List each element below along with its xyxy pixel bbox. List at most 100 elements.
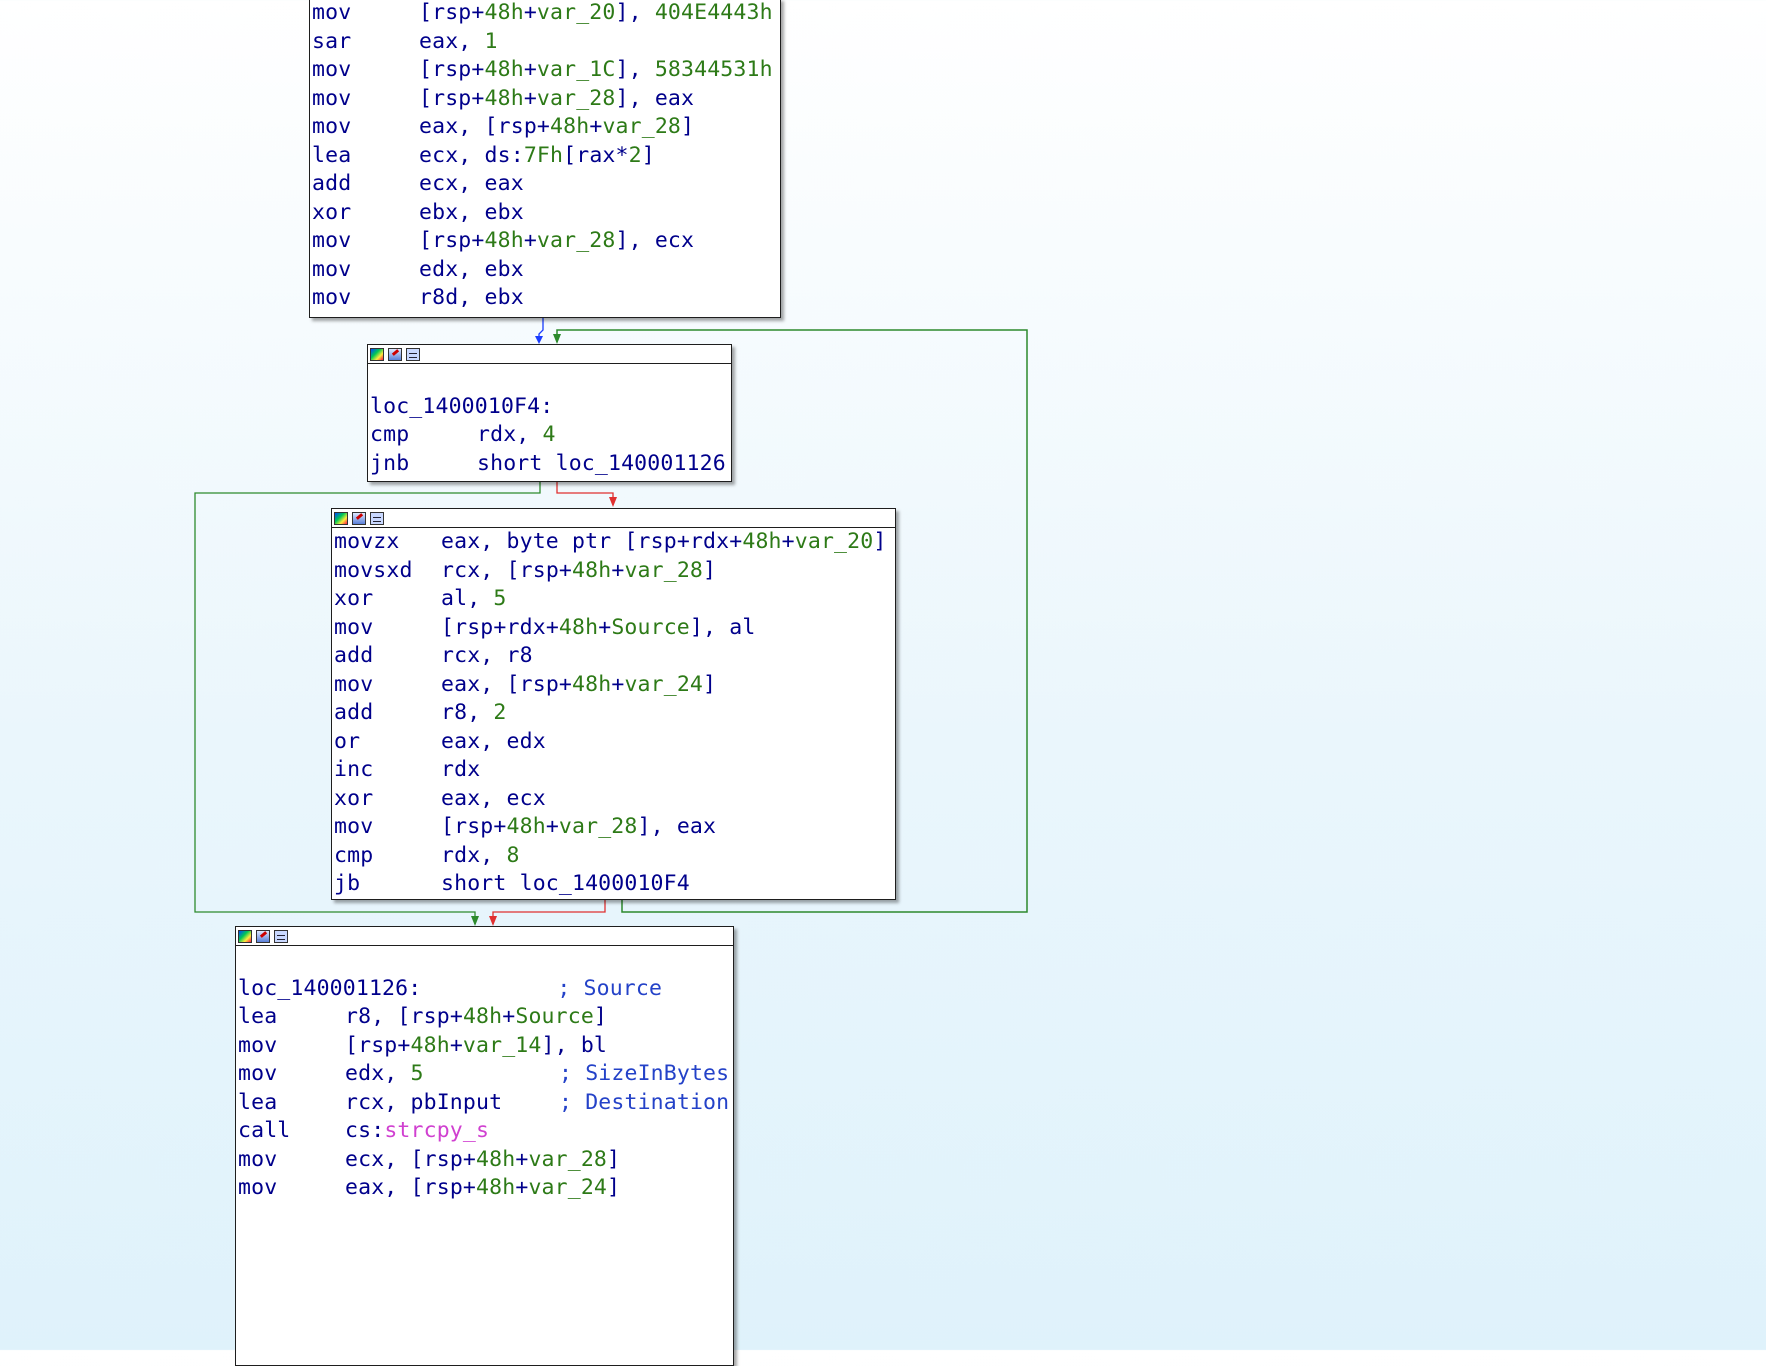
operands[interactable]: ebx, ebx — [419, 199, 524, 228]
mnemonic[interactable]: mov — [334, 813, 441, 842]
code-block-loop-head[interactable]: loc_1400010F4: cmp rdx, 4 jnb short loc_140… — [367, 344, 732, 482]
instruction-line[interactable]: add ecx, eax — [310, 170, 780, 199]
node-color-icon[interactable] — [238, 929, 252, 943]
rename-node-icon[interactable] — [352, 511, 366, 525]
operands[interactable]: [rsp+48h+var_28], eax — [419, 85, 694, 114]
operands[interactable]: eax, 1 — [419, 28, 498, 57]
instruction-line[interactable]: mov [rsp+48h+var_28], eax — [310, 85, 780, 114]
operands[interactable]: eax, [rsp+48h+var_24] — [345, 1174, 620, 1203]
instruction-line[interactable]: mov [rsp+48h+var_28], eax — [332, 813, 895, 842]
instruction-line[interactable]: mov [rsp+48h+var_14], bl — [236, 1032, 733, 1061]
mnemonic[interactable]: call — [238, 1117, 345, 1146]
operands[interactable]: [rsp+48h+var_20], 404E4443h — [419, 0, 773, 28]
instruction-line[interactable]: mov [rsp+48h+var_20], 404E4443h — [310, 0, 780, 28]
operands[interactable]: rdx — [441, 756, 480, 785]
operands[interactable]: eax, edx — [441, 728, 546, 757]
instruction-line[interactable]: sar eax, 1 — [310, 28, 780, 57]
mnemonic[interactable]: mov — [312, 284, 419, 313]
mnemonic[interactable]: movsxd — [334, 557, 441, 586]
operands[interactable]: edx, ebx — [419, 256, 524, 285]
instruction-line[interactable]: mov [rsp+48h+var_28], ecx — [310, 227, 780, 256]
mnemonic[interactable]: xor — [334, 785, 441, 814]
mnemonic[interactable]: lea — [238, 1089, 345, 1118]
operands[interactable]: [rsp+48h+var_14], bl — [345, 1032, 607, 1061]
group-nodes-icon[interactable] — [406, 347, 420, 361]
mnemonic[interactable]: movzx — [334, 528, 441, 557]
instruction-line[interactable]: movzx eax, byte ptr [rsp+rdx+48h+var_20] — [332, 528, 895, 557]
mnemonic[interactable]: lea — [312, 142, 419, 171]
mnemonic[interactable]: sar — [312, 28, 419, 57]
instruction-line[interactable]: mov ecx, [rsp+48h+var_28] — [236, 1146, 733, 1175]
mnemonic[interactable]: mov — [312, 227, 419, 256]
code-block-entry[interactable]: mov [rsp+48h+var_20], 404E4443h sar eax, 1m… — [309, 0, 781, 318]
mnemonic[interactable]: add — [334, 642, 441, 671]
label-text[interactable]: loc_140001126: — [238, 976, 421, 1001]
mnemonic[interactable]: inc — [334, 756, 441, 785]
instruction-line[interactable]: mov edx, 5; SizeInBytes — [236, 1060, 733, 1089]
mnemonic[interactable]: mov — [334, 614, 441, 643]
operands[interactable]: r8, [rsp+48h+Source] — [345, 1003, 607, 1032]
operands[interactable]: rdx, 4 — [477, 421, 556, 450]
instruction-line[interactable]: mov edx, ebx — [310, 256, 780, 285]
label-text[interactable]: loc_1400010F4: — [370, 394, 553, 419]
operands[interactable]: eax, [rsp+48h+var_24] — [441, 671, 716, 700]
block-label[interactable]: loc_1400010F4: — [368, 393, 731, 422]
operands[interactable]: r8, 2 — [441, 699, 507, 728]
instruction-line[interactable]: xor ebx, ebx — [310, 199, 780, 228]
group-nodes-icon[interactable] — [274, 929, 288, 943]
instruction-line[interactable]: cmp rdx, 4 — [368, 421, 731, 450]
mnemonic[interactable]: add — [334, 699, 441, 728]
instruction-line[interactable]: mov eax, [rsp+48h+var_28] — [310, 113, 780, 142]
instruction-line[interactable]: lea r8, [rsp+48h+Source] — [236, 1003, 733, 1032]
node-color-icon[interactable] — [334, 511, 348, 525]
mnemonic[interactable]: mov — [312, 256, 419, 285]
instruction-line[interactable]: add r8, 2 — [332, 699, 895, 728]
mnemonic[interactable]: cmp — [334, 842, 441, 871]
mnemonic[interactable]: jb — [334, 870, 441, 899]
rename-node-icon[interactable] — [388, 347, 402, 361]
instruction-line[interactable]: jnb short loc_140001126 — [368, 450, 731, 479]
node-color-icon[interactable] — [370, 347, 384, 361]
mnemonic[interactable]: mov — [238, 1060, 345, 1089]
operands[interactable]: eax, byte ptr [rsp+rdx+48h+var_20] — [441, 528, 886, 557]
instruction-line[interactable]: mov [rsp+48h+var_1C], 58344531h — [310, 56, 780, 85]
code-block-exit[interactable]: loc_140001126:; Source lea r8, [rsp+48h+S… — [235, 926, 734, 1366]
mnemonic[interactable]: mov — [312, 0, 419, 28]
instruction-line[interactable]: mov [rsp+rdx+48h+Source], al — [332, 614, 895, 643]
mnemonic[interactable]: or — [334, 728, 441, 757]
mnemonic[interactable]: xor — [312, 199, 419, 228]
operands[interactable]: [rsp+rdx+48h+Source], al — [441, 614, 755, 643]
mnemonic[interactable]: mov — [334, 671, 441, 700]
operands[interactable]: ecx, [rsp+48h+var_28] — [345, 1146, 620, 1175]
instruction-line[interactable]: add rcx, r8 — [332, 642, 895, 671]
operands[interactable]: r8d, ebx — [419, 284, 524, 313]
mnemonic[interactable]: mov — [312, 113, 419, 142]
instruction-line[interactable]: jb short loc_1400010F4 — [332, 870, 895, 899]
instruction-line[interactable]: mov eax, [rsp+48h+var_24] — [332, 671, 895, 700]
operands[interactable]: short loc_140001126 — [477, 450, 726, 479]
instruction-line[interactable]: mov r8d, ebx — [310, 284, 780, 313]
block-label[interactable]: loc_140001126: ; Source — [236, 975, 733, 1004]
mnemonic[interactable]: mov — [312, 85, 419, 114]
mnemonic[interactable]: jnb — [370, 450, 477, 479]
mnemonic[interactable]: mov — [238, 1174, 345, 1203]
operands[interactable]: ecx, eax — [419, 170, 524, 199]
mnemonic[interactable]: mov — [238, 1032, 345, 1061]
operands[interactable]: cs:strcpy_s — [345, 1117, 559, 1146]
operands[interactable]: eax, [rsp+48h+var_28] — [419, 113, 694, 142]
operands[interactable]: [rsp+48h+var_1C], 58344531h — [419, 56, 773, 85]
operands[interactable]: eax, ecx — [441, 785, 546, 814]
operands[interactable]: edx, 5 — [345, 1060, 559, 1089]
instruction-line[interactable]: lea rcx, pbInput; Destination — [236, 1089, 733, 1118]
operands[interactable]: rdx, 8 — [441, 842, 520, 871]
instruction-line[interactable]: call cs:strcpy_s — [236, 1117, 733, 1146]
group-nodes-icon[interactable] — [370, 511, 384, 525]
mnemonic[interactable]: xor — [334, 585, 441, 614]
operands[interactable]: al, 5 — [441, 585, 507, 614]
rename-node-icon[interactable] — [256, 929, 270, 943]
operands[interactable]: rcx, r8 — [441, 642, 533, 671]
operands[interactable]: short loc_1400010F4 — [441, 870, 690, 899]
mnemonic[interactable]: mov — [312, 56, 419, 85]
mnemonic[interactable]: lea — [238, 1003, 345, 1032]
mnemonic[interactable]: cmp — [370, 421, 477, 450]
